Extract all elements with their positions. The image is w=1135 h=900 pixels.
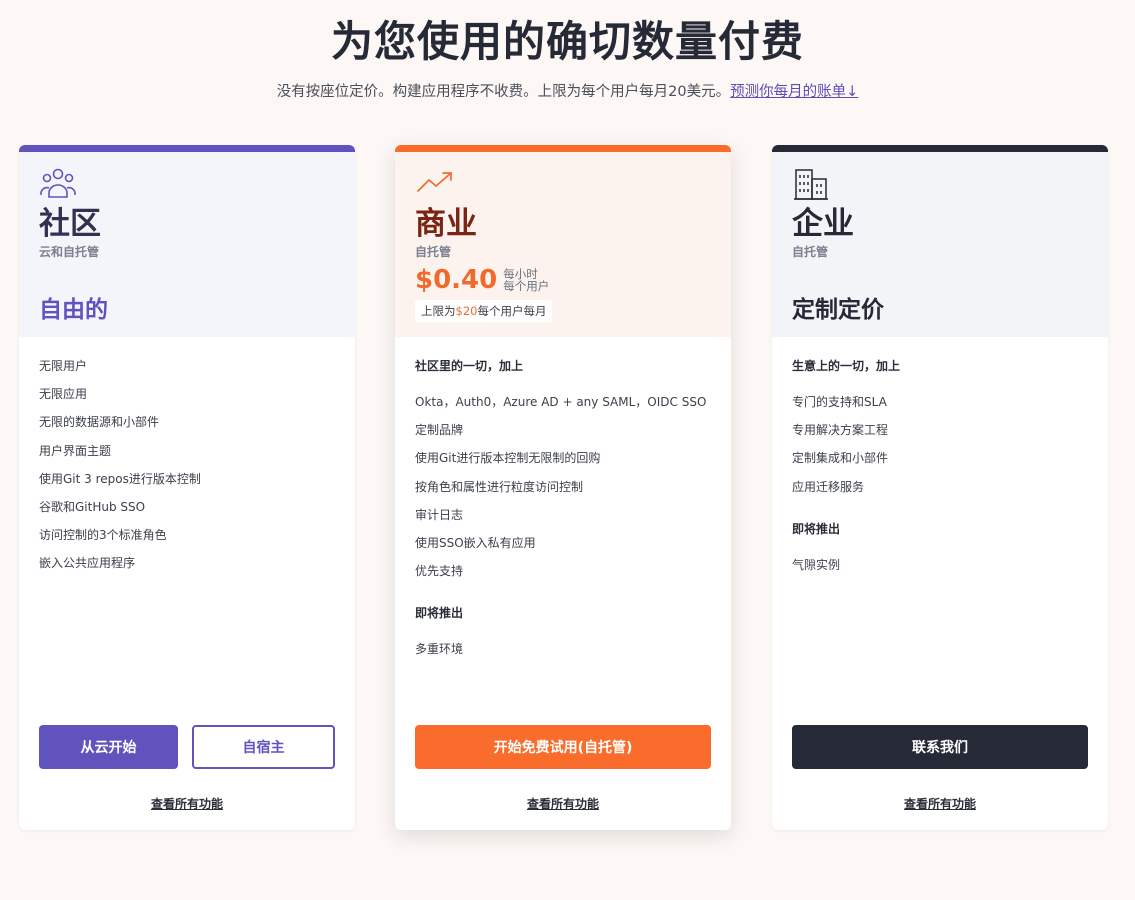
cap-amount: $20 <box>455 304 478 318</box>
start-cloud-button[interactable]: 从云开始 <box>39 725 178 769</box>
feature-item: 谷歌和GitHub SSO <box>39 499 146 514</box>
estimate-bill-link[interactable]: 预测你每月的账单↓ <box>730 84 858 100</box>
card-header: 企业 自托管 定制定价 <box>772 152 1108 337</box>
feature-item: 定制集成和小部件 <box>792 451 889 466</box>
cap-prefix: 上限为 <box>421 304 456 318</box>
price-unit-user: 每个用户 <box>503 279 550 293</box>
card-actions: 联系我们 <box>792 725 1088 769</box>
feature-item: 无限的数据源和小部件 <box>39 415 160 430</box>
feature-list: 社区里的一切，加上 Okta，Auth0，Azure AD + any SAML… <box>395 337 731 669</box>
feature-item: 使用Git进行版本控制无限制的回购 <box>415 451 601 466</box>
features-heading: 社区里的一切，加上 <box>415 359 524 373</box>
feature-item: 专用解决方案工程 <box>792 423 889 438</box>
feature-item: 气隙实例 <box>792 557 841 572</box>
plan-hosting: 自托管 <box>792 245 829 259</box>
price-unit: 每小时 每个用户 <box>503 268 549 292</box>
start-free-trial-button[interactable]: 开始免费试用(自托管) <box>415 725 711 769</box>
feature-item: 审计日志 <box>415 507 464 522</box>
plan-price: 自由的 <box>39 297 108 323</box>
feature-item: 用户界面主题 <box>39 443 112 458</box>
view-all-features-link[interactable]: 查看所有功能 <box>19 795 355 812</box>
plan-name: 商业 <box>415 206 477 242</box>
self-host-button[interactable]: 自宿主 <box>192 725 335 769</box>
feature-item: 优先支持 <box>415 564 464 579</box>
view-all-features-link[interactable]: 查看所有功能 <box>772 795 1108 812</box>
feature-item: 使用SSO嵌入私有应用 <box>415 535 536 550</box>
card-header: 商业 自托管 $0.40 每小时 每个用户 上限为$20每个用户每月 <box>395 152 731 337</box>
subtitle-text: 没有按座位定价。构建应用程序不收费。上限为每个用户每月20美元。 <box>276 84 731 100</box>
plan-price: 定制定价 <box>792 297 884 323</box>
plan-card-business: 商业 自托管 $0.40 每小时 每个用户 上限为$20每个用户每月 社区里的一… <box>395 145 731 830</box>
feature-item: 访问控制的3个标准角色 <box>39 528 167 543</box>
cap-suffix: 每个用户每月 <box>477 304 547 318</box>
price-cap-badge: 上限为$20每个用户每月 <box>415 300 553 322</box>
feature-item: 定制品牌 <box>415 423 464 438</box>
card-actions: 开始免费试用(自托管) <box>415 725 711 769</box>
feature-item: 无限用户 <box>39 359 88 373</box>
feature-item: 应用迁移服务 <box>792 479 865 494</box>
feature-item: 无限应用 <box>39 387 88 402</box>
plan-name: 社区 <box>39 206 101 242</box>
coming-soon-heading: 即将推出 <box>415 606 464 621</box>
price-amount: $0.40 <box>415 265 498 295</box>
page-title: 为您使用的确切数量付费 <box>330 17 804 66</box>
card-accent-bar <box>772 145 1108 152</box>
coming-soon-heading: 即将推出 <box>792 521 841 536</box>
feature-item: 专门的支持和SLA <box>792 395 887 409</box>
feature-item: 使用Git 3 repos进行版本控制 <box>39 471 201 486</box>
page-subtitle: 没有按座位定价。构建应用程序不收费。上限为每个用户每月20美元。预测你每月的账单… <box>0 80 1135 101</box>
plan-card-enterprise: 企业 自托管 定制定价 生意上的一切，加上 专门的支持和SLA 专用解决方案工程… <box>772 145 1108 830</box>
plan-hosting: 云和自托管 <box>39 245 100 259</box>
features-heading: 生意上的一切，加上 <box>792 359 901 373</box>
feature-item: 按角色和属性进行粒度访问控制 <box>415 479 584 494</box>
card-header: 社区 云和自托管 自由的 <box>19 152 355 337</box>
feature-item: 嵌入公共应用程序 <box>39 556 136 571</box>
trending-up-icon <box>415 167 455 203</box>
building-icon <box>792 167 832 203</box>
feature-item: 多重环境 <box>415 642 464 657</box>
card-accent-bar <box>395 145 731 152</box>
plan-card-community: 社区 云和自托管 自由的 无限用户 无限应用 无限的数据源和小部件 用户界面主题… <box>19 145 355 830</box>
view-all-features-link[interactable]: 查看所有功能 <box>395 795 731 812</box>
feature-list: 生意上的一切，加上 专门的支持和SLA 专用解决方案工程 定制集成和小部件 应用… <box>772 337 1108 584</box>
price-row: $0.40 每小时 每个用户 <box>415 266 711 294</box>
plan-name: 企业 <box>792 206 854 242</box>
plan-hosting: 自托管 <box>415 245 452 259</box>
contact-us-button[interactable]: 联系我们 <box>792 725 1088 769</box>
card-actions: 从云开始 自宿主 <box>39 725 335 769</box>
feature-list: 无限用户 无限应用 无限的数据源和小部件 用户界面主题 使用Git 3 repo… <box>19 337 355 583</box>
users-group-icon <box>39 167 79 203</box>
feature-item: Okta，Auth0，Azure AD + any SAML，OIDC SSO <box>415 395 707 409</box>
card-accent-bar <box>19 145 355 152</box>
